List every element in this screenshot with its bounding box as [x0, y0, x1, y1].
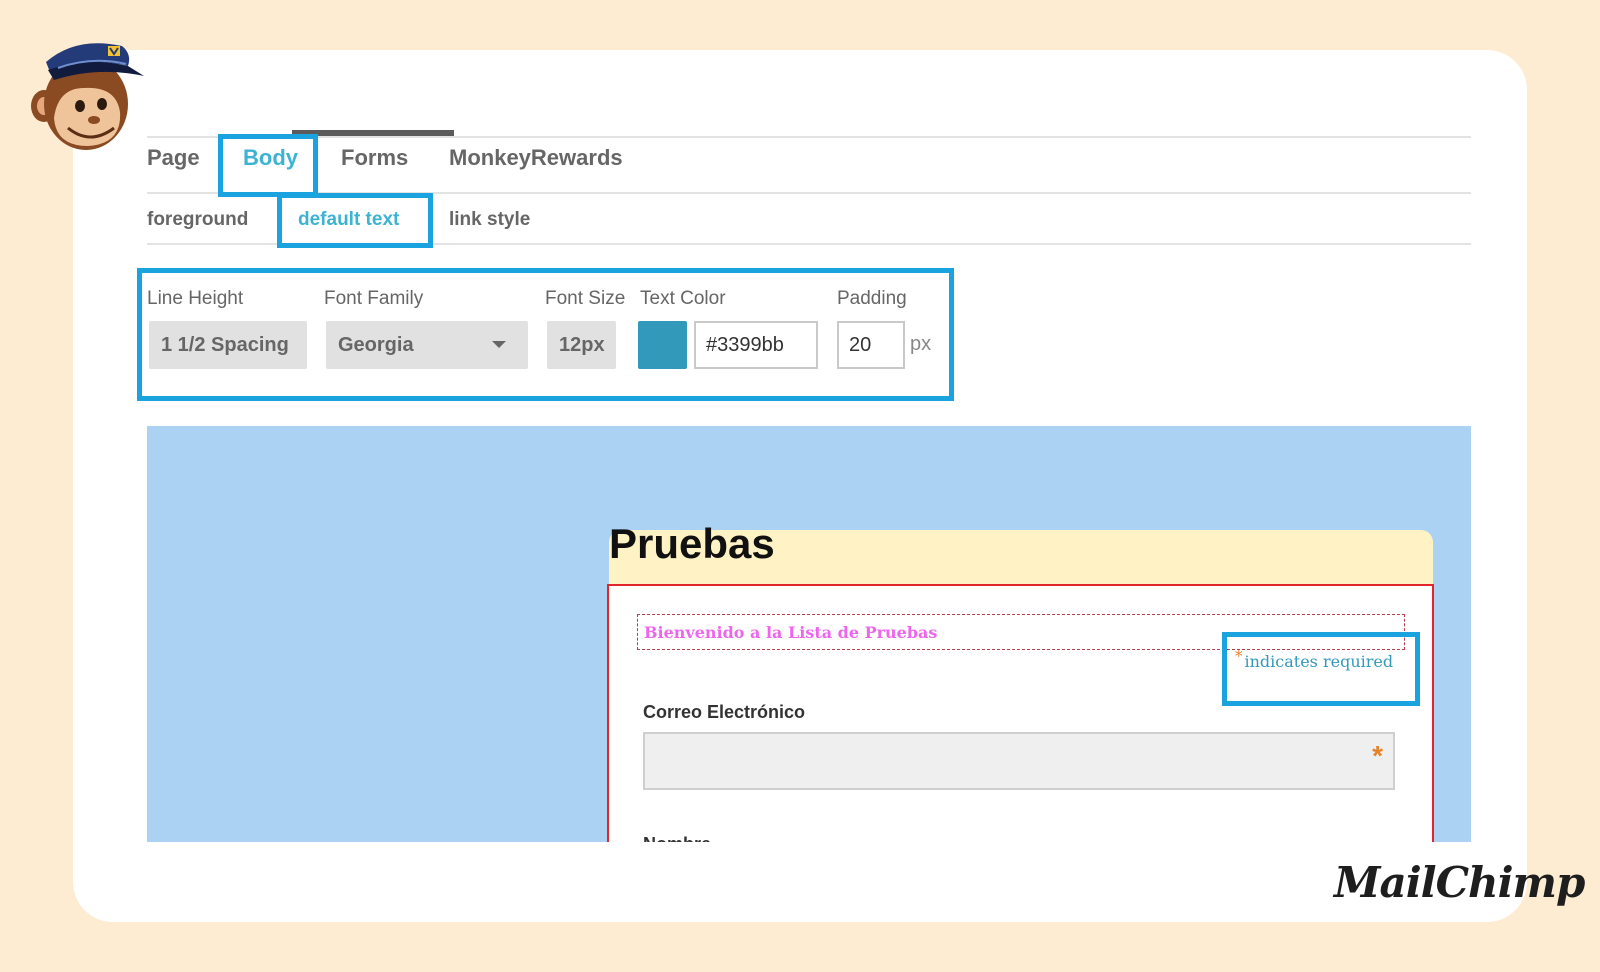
chevron-down-icon [492, 341, 506, 348]
font-size-select[interactable]: 12px [547, 321, 616, 369]
form-body: Bienvenido a la Lista de Pruebas * indica… [607, 584, 1434, 842]
required-note: * indicates required [1235, 647, 1394, 671]
required-star: * [1235, 647, 1243, 665]
name-field-label: Nombre [643, 834, 711, 842]
form-preview: Pruebas Bienvenido a la Lista de Pruebas… [147, 426, 1471, 842]
text-color-swatch[interactable] [638, 321, 687, 369]
email-field[interactable]: * [643, 732, 1395, 790]
welcome-text[interactable]: Bienvenido a la Lista de Pruebas [637, 614, 1405, 650]
subtab-foreground[interactable]: foreground [147, 209, 248, 231]
text-color-value: #3399bb [706, 333, 784, 356]
padding-value: 20 [849, 333, 872, 356]
required-note-text: indicates required [1244, 652, 1394, 671]
tabs-divider [147, 192, 1471, 194]
text-color-input[interactable]: #3399bb [694, 321, 818, 369]
font-family-select[interactable]: Georgia [326, 321, 528, 369]
required-field-star: * [1372, 740, 1383, 771]
tab-body[interactable]: Body [243, 145, 298, 171]
line-height-label: Line Height [147, 288, 244, 309]
font-family-value: Georgia [338, 333, 414, 356]
top-divider [147, 136, 1471, 138]
mailchimp-logo: MailChimp [1334, 858, 1585, 907]
font-size-value: 12px [559, 333, 605, 356]
font-family-label: Font Family [324, 288, 424, 309]
subtab-default-text[interactable]: default text [298, 209, 399, 231]
line-height-value: 1 1/2 Spacing [161, 333, 289, 356]
tab-forms[interactable]: Forms [341, 145, 408, 171]
mailchimp-mascot-icon [31, 43, 144, 150]
tab-monkeyrewards[interactable]: MonkeyRewards [449, 145, 623, 171]
subtabs-divider [147, 243, 1471, 245]
padding-label: Padding [837, 288, 907, 309]
padding-unit: px [910, 333, 932, 355]
text-color-label: Text Color [640, 288, 726, 309]
font-size-label: Font Size [545, 288, 626, 309]
email-field-label: Correo Electrónico [643, 702, 806, 722]
subtab-link-style[interactable]: link style [449, 209, 530, 231]
form-title: Pruebas [609, 520, 775, 567]
line-height-select[interactable]: 1 1/2 Spacing [149, 321, 307, 369]
tab-page[interactable]: Page [147, 145, 200, 171]
padding-input[interactable]: 20 [837, 321, 905, 369]
